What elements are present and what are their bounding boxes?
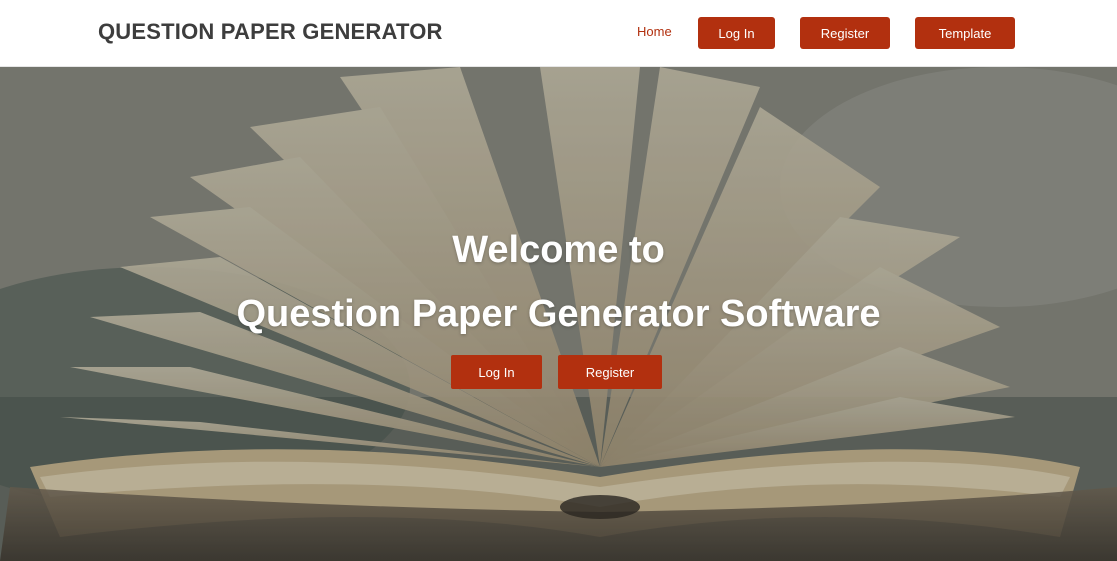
- top-navbar: QUESTION PAPER GENERATOR Home Log In Reg…: [0, 0, 1117, 67]
- nav-template-button[interactable]: Template: [915, 17, 1015, 49]
- brand-logo-text[interactable]: QUESTION PAPER GENERATOR: [98, 19, 443, 45]
- hero-section: Welcome to Question Paper Generator Soft…: [0, 67, 1117, 561]
- hero-heading-line1: Welcome to: [452, 229, 665, 271]
- nav-register-button[interactable]: Register: [800, 17, 890, 49]
- nav-login-button[interactable]: Log In: [698, 17, 775, 49]
- nav-home-link[interactable]: Home: [637, 24, 672, 39]
- hero-register-button[interactable]: Register: [558, 355, 662, 389]
- hero-heading-line2: Question Paper Generator Software: [236, 293, 881, 335]
- hero-login-button[interactable]: Log In: [451, 355, 542, 389]
